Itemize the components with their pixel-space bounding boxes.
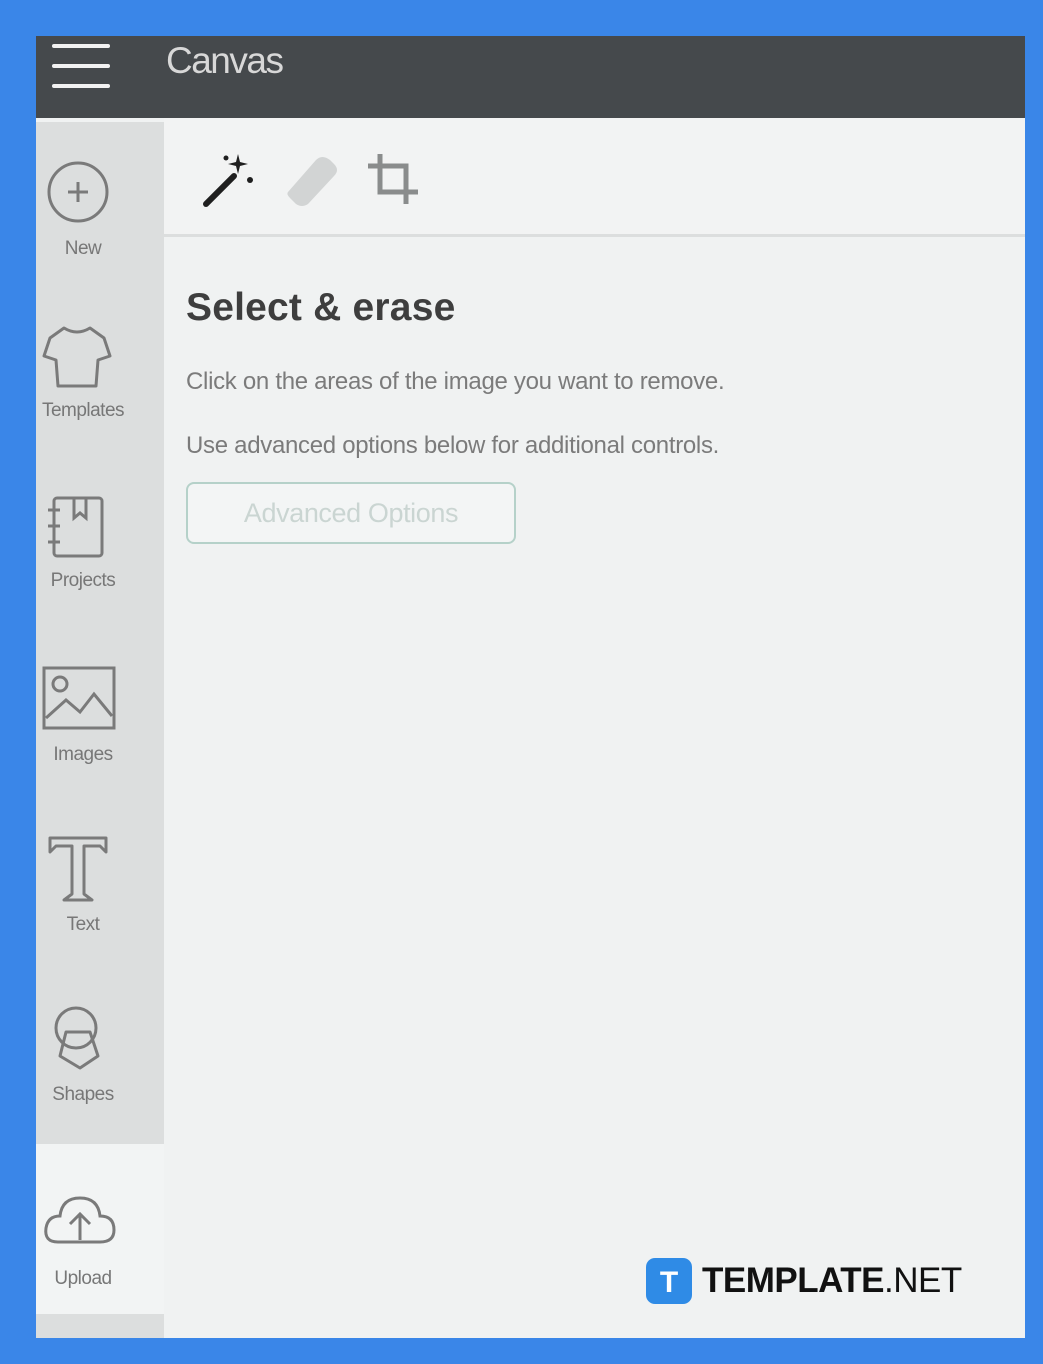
- app-window: Canvas New Templates Projects Images Tex…: [36, 36, 1025, 1338]
- text-t-icon: [48, 836, 108, 902]
- watermark-text: TEMPLATE.NET: [702, 1261, 962, 1301]
- plus-circle-icon: [47, 161, 109, 223]
- sidebar-item-new[interactable]: New: [36, 160, 164, 310]
- magic-wand-icon[interactable]: [200, 150, 260, 215]
- tshirt-icon: [42, 326, 112, 388]
- sidebar-item-upload[interactable]: Upload: [36, 1144, 164, 1314]
- sidebar-item-templates[interactable]: Templates: [36, 322, 164, 472]
- panel-title: Select & erase: [186, 286, 456, 329]
- sidebar-item-label: Templates: [41, 400, 125, 421]
- app-title: Canvas: [166, 40, 284, 81]
- sidebar: New Templates Projects Images Text Shape…: [36, 122, 164, 1144]
- hint-text: Use advanced options below for additiona…: [186, 432, 720, 459]
- instruction-text: Click on the areas of the image you want…: [186, 368, 725, 395]
- notebook-icon: [48, 496, 104, 558]
- crop-icon[interactable]: [364, 150, 424, 215]
- sidebar-item-projects[interactable]: Projects: [36, 492, 164, 642]
- select-erase-panel: Select & erase Click on the areas of the…: [186, 286, 725, 544]
- top-bar: Canvas: [36, 36, 1025, 118]
- tool-bar: [164, 118, 1025, 237]
- advanced-options-button[interactable]: Advanced Options: [186, 482, 516, 544]
- sidebar-item-label: Projects: [50, 570, 116, 591]
- sidebar-item-images[interactable]: Images: [36, 662, 164, 812]
- sidebar-bottom-strip: [36, 1314, 164, 1338]
- watermark-brand: TEMPLATE: [702, 1261, 885, 1300]
- image-icon: [42, 666, 116, 730]
- hamburger-menu-icon[interactable]: [52, 44, 110, 88]
- shapes-icon: [54, 1006, 100, 1070]
- sidebar-item-label: Text: [66, 914, 100, 935]
- eraser-icon[interactable]: [282, 150, 342, 215]
- sidebar-item-label: Shapes: [52, 1084, 114, 1105]
- template-net-watermark: T TEMPLATE.NET: [646, 1258, 962, 1304]
- watermark-suffix: .NET: [884, 1261, 962, 1300]
- sidebar-item-label: Upload: [54, 1268, 112, 1289]
- sidebar-item-label: New: [64, 238, 102, 259]
- logo-letter: T: [660, 1266, 678, 1296]
- cloud-upload-icon: [44, 1196, 116, 1244]
- sidebar-item-shapes[interactable]: Shapes: [36, 1002, 164, 1152]
- sidebar-item-label: Images: [53, 744, 113, 765]
- sidebar-item-text[interactable]: Text: [36, 832, 164, 982]
- template-logo-icon: T: [646, 1258, 692, 1304]
